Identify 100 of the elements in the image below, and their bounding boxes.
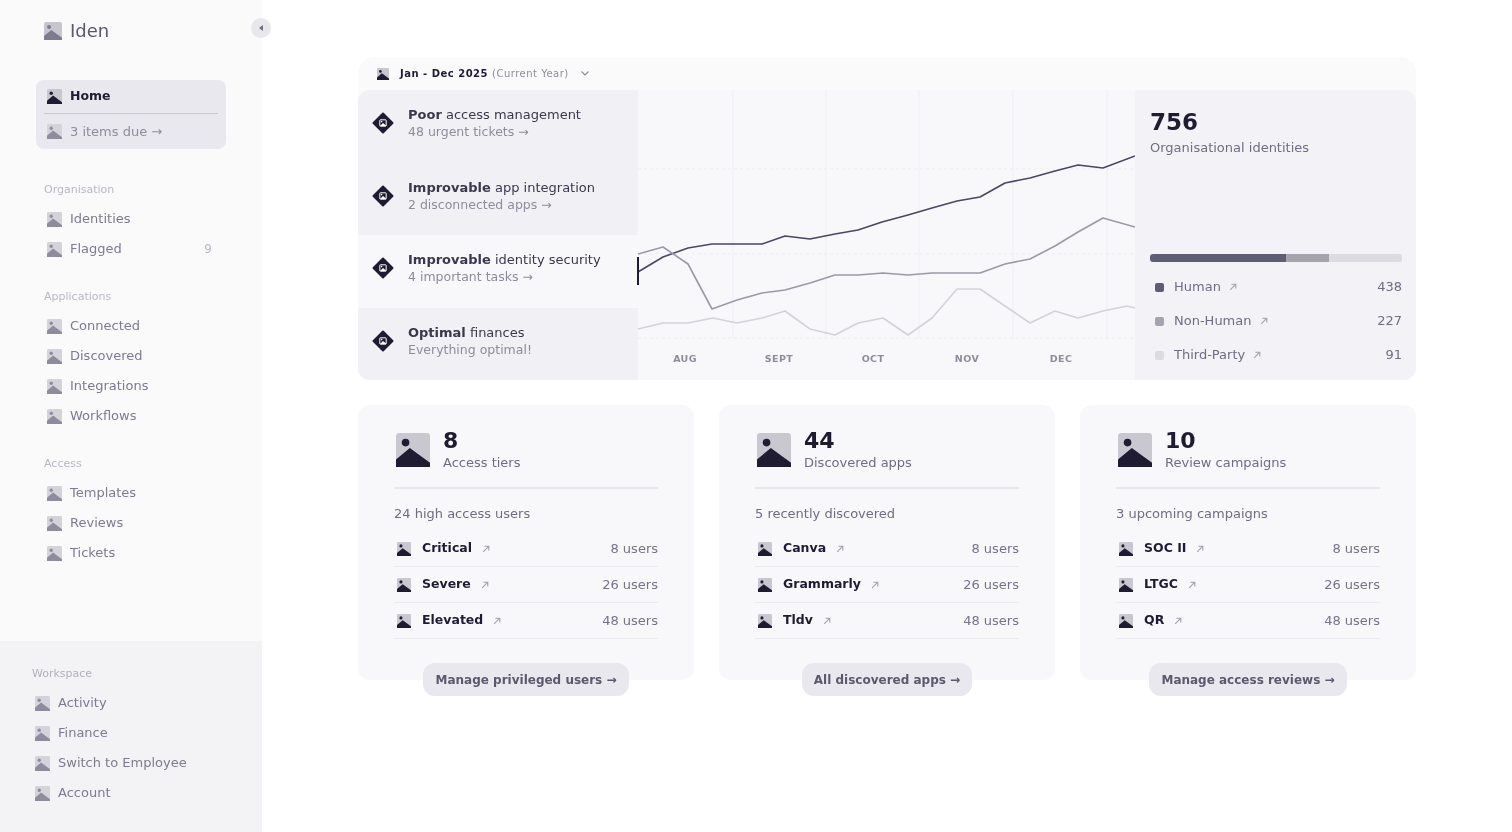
user-count: 8 users <box>971 539 1019 558</box>
item-link[interactable]: LTGC <box>1144 575 1196 594</box>
diamond-image-icon <box>372 112 394 135</box>
arrow-up-right-icon <box>480 580 489 589</box>
image-icon <box>758 577 772 592</box>
nav-item[interactable]: Integrations <box>44 371 226 401</box>
insight-detail: 4 important tasks → <box>408 268 534 286</box>
user-count: 26 users <box>602 575 658 594</box>
card-action-button[interactable]: Manage access reviews → <box>1149 663 1347 696</box>
nav-item[interactable]: Flagged 9 <box>44 234 226 264</box>
image-icon <box>47 485 62 501</box>
arrow-up-right-icon <box>1196 544 1205 553</box>
caret-left-icon <box>259 25 263 31</box>
identity-label: Organisational identities <box>1150 139 1311 157</box>
insight-title: Poor access management <box>408 106 581 124</box>
arrow-up-right-icon <box>1187 580 1196 589</box>
image-icon <box>1119 613 1133 628</box>
month-label: OCT <box>860 351 886 366</box>
nav-item[interactable]: Activity <box>32 688 230 718</box>
arrow-up-right-icon <box>836 544 845 553</box>
image-icon <box>397 613 411 628</box>
user-count: 48 users <box>602 611 658 630</box>
nav-item[interactable]: Workflows <box>44 401 226 431</box>
nav-item[interactable]: Switch to Employee <box>32 748 230 778</box>
image-icon <box>47 211 62 227</box>
user-count: 8 users <box>610 539 658 558</box>
due-link[interactable]: 3 items due → <box>44 114 218 149</box>
arrow-up-right-icon <box>822 616 831 625</box>
app-name: Iden <box>70 20 110 42</box>
nav-item[interactable]: Reviews <box>44 508 226 538</box>
image-icon <box>397 577 411 592</box>
image-icon <box>1118 433 1152 467</box>
chevron-down-icon <box>580 71 589 76</box>
card-label: Review campaigns <box>1165 454 1287 472</box>
item-link[interactable]: Critical <box>422 539 490 558</box>
arrow-up-right-icon <box>493 616 502 625</box>
arrow-up-right-icon <box>1174 616 1183 625</box>
insight-title: Optimal finances <box>408 323 526 341</box>
image-icon <box>47 545 62 561</box>
nav-item[interactable]: Connected <box>44 311 226 341</box>
item-link[interactable]: Tldv <box>783 611 831 630</box>
legend-count: 438 <box>1377 278 1402 297</box>
card-action-button[interactable]: All discovered apps → <box>801 663 973 696</box>
insight-detail: Everything optimal! <box>408 340 532 358</box>
image-icon <box>35 785 50 801</box>
date-range-selector[interactable]: Jan - Dec 2025 (Current Year) <box>358 57 589 90</box>
insight-title: Improvable identity security <box>408 251 601 269</box>
image-icon <box>47 89 62 104</box>
card-label: Discovered apps <box>804 454 912 472</box>
card-subtitle: 3 upcoming campaigns <box>1116 505 1269 523</box>
legend-link[interactable]: Non-Human <box>1174 311 1268 331</box>
image-icon <box>377 67 389 80</box>
arrow-up-right-icon <box>1259 317 1268 325</box>
card-subtitle: 24 high access users <box>394 505 532 523</box>
legend-link[interactable]: Third-Party <box>1174 345 1262 365</box>
arrow-up-right-icon <box>1253 351 1262 359</box>
card-subtitle: 5 recently discovered <box>755 505 897 523</box>
image-icon <box>44 22 62 40</box>
item-link[interactable]: SOC II <box>1144 539 1205 558</box>
item-link[interactable]: Grammarly <box>783 575 879 594</box>
image-icon <box>47 348 62 364</box>
image-icon <box>35 755 50 771</box>
image-icon <box>758 541 772 556</box>
month-label: AUG <box>672 351 698 366</box>
image-icon <box>47 515 62 531</box>
user-count: 26 users <box>1324 575 1380 594</box>
nav-item[interactable]: Identities <box>44 204 226 234</box>
legend-count: 227 <box>1377 312 1402 331</box>
user-count: 48 users <box>963 611 1019 630</box>
nav-item[interactable]: Home <box>44 80 218 113</box>
item-link[interactable]: Severe <box>422 575 489 594</box>
item-link[interactable]: Elevated <box>422 611 502 630</box>
nav-item[interactable]: Templates <box>44 478 226 508</box>
arrow-up-right-icon <box>482 544 490 553</box>
card-action-button[interactable]: Manage privileged users → <box>423 663 629 696</box>
image-icon <box>397 541 411 556</box>
insight-title: Improvable app integration <box>408 178 595 196</box>
diamond-image-icon <box>372 184 394 207</box>
nav-item[interactable]: Account <box>32 778 230 808</box>
card-label: Access tiers <box>443 454 521 472</box>
insight-row[interactable]: Improvable identity security 4 important tasks → <box>358 235 638 308</box>
image-icon <box>47 318 62 334</box>
month-label: SEPT <box>763 351 795 366</box>
image-icon <box>47 408 62 424</box>
nav-item[interactable]: Discovered <box>44 341 226 371</box>
image-icon <box>35 725 50 741</box>
item-link[interactable]: Canva <box>783 539 845 558</box>
legend-link[interactable]: Human <box>1174 277 1237 297</box>
image-icon <box>47 241 62 257</box>
nav-item[interactable]: Finance <box>32 718 230 748</box>
insight-detail: 2 disconnected apps → <box>408 195 553 213</box>
section-title: Access <box>43 457 83 471</box>
collapse-sidebar-button[interactable] <box>251 18 271 38</box>
image-icon <box>1119 577 1133 592</box>
user-count: 26 users <box>963 575 1019 594</box>
section-title: Workspace <box>32 667 94 681</box>
user-count: 8 users <box>1332 539 1380 558</box>
item-link[interactable]: QR <box>1144 611 1183 630</box>
month-label: DEC <box>1048 351 1074 366</box>
nav-item[interactable]: Tickets <box>44 538 226 568</box>
